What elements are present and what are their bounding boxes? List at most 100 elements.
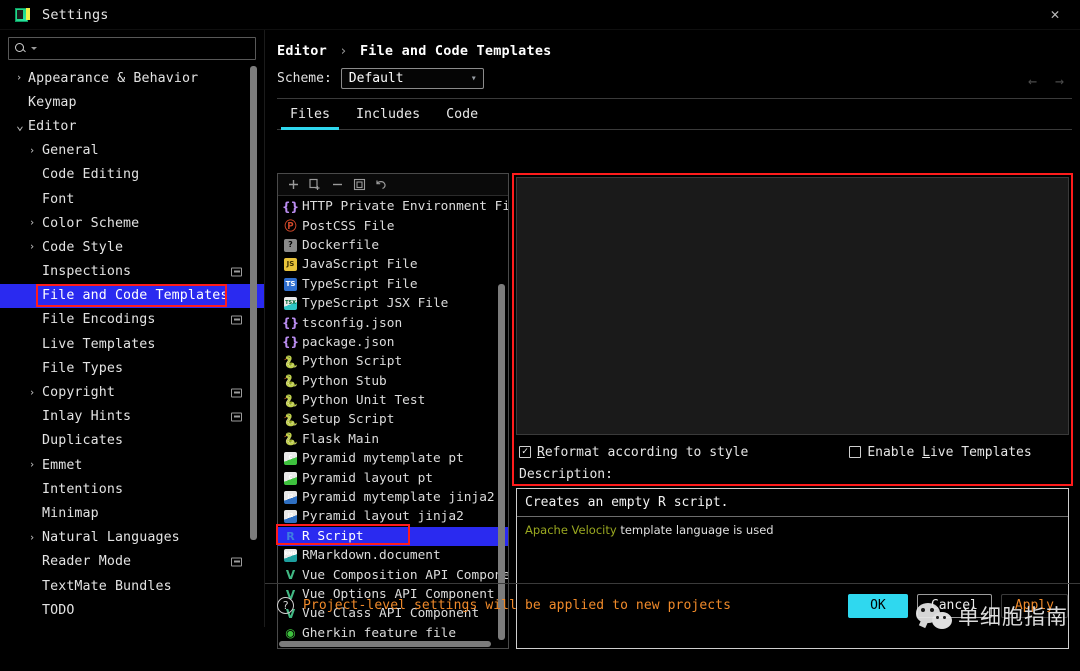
template-name: Pyramid layout jinja2 bbox=[302, 509, 464, 525]
sidebar-item-natural-languages[interactable]: › Natural Languages bbox=[0, 526, 264, 550]
help-icon[interactable]: ? bbox=[277, 597, 294, 614]
scheme-dropdown[interactable]: Default ▾ bbox=[340, 68, 484, 89]
chevron-right-icon[interactable]: › bbox=[29, 460, 38, 471]
undo-icon[interactable] bbox=[371, 176, 391, 194]
sidebar-item-label: TextMate Bundles bbox=[42, 578, 172, 594]
sidebar-item-reader-mode[interactable]: Reader Mode bbox=[0, 550, 264, 574]
chevron-down-icon bbox=[31, 47, 37, 50]
main-pane: Editor › File and Code Templates ← → Sch… bbox=[265, 30, 1080, 649]
options-row: ✓ Reformat according to style Enable Liv… bbox=[512, 438, 1072, 466]
sidebar-item-file-and-code-templates[interactable]: File and Code Templates bbox=[0, 283, 264, 308]
sidebar-item-code-style[interactable]: › Code Style bbox=[0, 235, 264, 259]
sidebar-item-label: Copyright bbox=[42, 385, 115, 401]
settings-sidebar: › Appearance & Behavior Keymap ⌄ Editor › Gene… bbox=[0, 30, 265, 627]
chevron-right-icon[interactable]: › bbox=[29, 387, 38, 398]
template-list-item[interactable]: 🐍 Python Script bbox=[278, 352, 508, 371]
template-list-item[interactable]: 🐍 Python Stub bbox=[278, 372, 508, 391]
chevron-right-icon[interactable]: › bbox=[29, 242, 38, 253]
sidebar-item-code-editing[interactable]: Code Editing bbox=[0, 163, 264, 187]
close-icon[interactable]: ✕ bbox=[1046, 6, 1064, 24]
breadcrumb-parent[interactable]: Editor bbox=[277, 43, 327, 59]
chevron-right-icon[interactable]: › bbox=[29, 532, 38, 543]
arrow-left-icon[interactable]: ← bbox=[1028, 72, 1037, 90]
pyramid-jinja2-icon: J2 bbox=[284, 491, 297, 505]
sidebar-item-font[interactable]: Font bbox=[0, 187, 264, 211]
template-list-item[interactable]: J2 Pyramid mytemplate jinja2 bbox=[278, 488, 508, 507]
list-horizontal-scrollbar[interactable] bbox=[279, 641, 491, 647]
template-list-item[interactable]: TSX TypeScript JSX File bbox=[278, 294, 508, 313]
sidebar-item-duplicates[interactable]: Duplicates bbox=[0, 429, 264, 453]
template-name: TypeScript JSX File bbox=[302, 296, 449, 312]
sidebar-item-inspections[interactable]: Inspections bbox=[0, 260, 264, 284]
search-input[interactable] bbox=[8, 37, 256, 60]
annotation-box-selected-item bbox=[36, 283, 227, 307]
apply-button[interactable]: Apply bbox=[1000, 593, 1068, 618]
json-braces-icon: {} bbox=[281, 316, 300, 331]
template-list-item[interactable]: 🐍 Python Unit Test bbox=[278, 391, 508, 410]
template-list-item[interactable]: R R Script bbox=[278, 526, 508, 547]
clone-icon[interactable] bbox=[349, 176, 369, 194]
typescript-icon: TS bbox=[284, 277, 297, 291]
template-list-item[interactable]: {} HTTP Private Environment Fil bbox=[278, 197, 508, 216]
list-toolbar bbox=[278, 174, 508, 196]
template-list-item[interactable]: ? Dockerfile bbox=[278, 236, 508, 255]
tab-files[interactable]: Files bbox=[277, 101, 343, 130]
minus-icon[interactable] bbox=[327, 176, 347, 194]
sidebar-item-appearance-behavior[interactable]: › Appearance & Behavior bbox=[0, 66, 264, 90]
template-list-item[interactable]: C Pyramid mytemplate pt bbox=[278, 449, 508, 468]
template-list-item[interactable]: 🐍 Setup Script bbox=[278, 410, 508, 429]
sidebar-item-label: General bbox=[42, 143, 99, 159]
apache-velocity-link[interactable]: Apache Velocity bbox=[525, 523, 617, 537]
template-list-item[interactable]: J2 Pyramid layout jinja2 bbox=[278, 507, 508, 526]
sidebar-item-intentions[interactable]: Intentions bbox=[0, 477, 264, 501]
search-icon bbox=[15, 43, 26, 54]
sidebar-item-general[interactable]: › General bbox=[0, 139, 264, 163]
sidebar-item-textmate-bundles[interactable]: TextMate Bundles bbox=[0, 574, 264, 598]
template-list-item[interactable]: C Pyramid layout pt bbox=[278, 468, 508, 487]
template-list-item[interactable]: {} package.json bbox=[278, 333, 508, 352]
sidebar-scrollbar[interactable] bbox=[250, 66, 257, 540]
sidebar-item-keymap[interactable]: Keymap bbox=[0, 90, 264, 114]
template-name: RMarkdown.document bbox=[302, 548, 441, 564]
pyramid-pt-icon: C bbox=[284, 471, 297, 485]
sidebar-item-file-types[interactable]: File Types bbox=[0, 356, 264, 380]
template-list-item[interactable]: V Vue Composition API Compone bbox=[278, 565, 508, 584]
chevron-down-icon: ▾ bbox=[470, 72, 477, 84]
chevron-down-icon[interactable]: ⌄ bbox=[16, 119, 25, 134]
sidebar-item-emmet[interactable]: › Emmet bbox=[0, 453, 264, 477]
sidebar-item-label: Inspections bbox=[42, 264, 132, 280]
template-name: Pyramid mytemplate pt bbox=[302, 451, 464, 467]
chevron-right-icon[interactable]: › bbox=[16, 73, 25, 84]
chevron-right-icon[interactable]: › bbox=[29, 218, 38, 229]
template-editor[interactable] bbox=[516, 177, 1069, 435]
template-list[interactable]: {} HTTP Private Environment Fil Ⓟ PostCSS F… bbox=[278, 196, 508, 648]
project-scope-icon bbox=[231, 412, 242, 422]
sidebar-item-copyright[interactable]: › Copyright bbox=[0, 380, 264, 404]
sidebar-item-minimap[interactable]: Minimap bbox=[0, 501, 264, 525]
reformat-checkbox[interactable]: ✓ Reformat according to style bbox=[519, 445, 748, 460]
sidebar-item-color-scheme[interactable]: › Color Scheme bbox=[0, 211, 264, 235]
json-braces-icon: {} bbox=[281, 199, 300, 214]
tab-code[interactable]: Code bbox=[433, 101, 491, 130]
arrow-right-icon[interactable]: → bbox=[1055, 72, 1064, 90]
ok-button[interactable]: OK bbox=[847, 593, 908, 618]
chevron-right-icon[interactable]: › bbox=[29, 145, 38, 156]
template-list-item[interactable]: TS TypeScript File bbox=[278, 275, 508, 294]
template-list-item[interactable]: RMD RMarkdown.document bbox=[278, 546, 508, 565]
template-list-item[interactable]: 🐍 Flask Main bbox=[278, 430, 508, 449]
tab-includes[interactable]: Includes bbox=[343, 101, 433, 130]
cancel-button[interactable]: Cancel bbox=[916, 593, 992, 618]
sidebar-item-label: Emmet bbox=[42, 457, 83, 473]
template-list-item[interactable]: {} tsconfig.json bbox=[278, 313, 508, 332]
template-list-item[interactable]: Ⓟ PostCSS File bbox=[278, 216, 508, 235]
plus-icon[interactable] bbox=[283, 176, 303, 194]
sidebar-item-editor[interactable]: ⌄ Editor bbox=[0, 114, 264, 138]
sidebar-item-inlay-hints[interactable]: Inlay Hints bbox=[0, 405, 264, 429]
sidebar-item-todo[interactable]: TODO bbox=[0, 598, 264, 622]
sidebar-item-live-templates[interactable]: Live Templates bbox=[0, 332, 264, 356]
project-scope-icon bbox=[231, 557, 242, 567]
sidebar-item-file-encodings[interactable]: File Encodings bbox=[0, 308, 264, 332]
copy-add-icon[interactable] bbox=[305, 176, 325, 194]
template-list-item[interactable]: JS JavaScript File bbox=[278, 255, 508, 274]
live-templates-checkbox[interactable]: Enable Live Templates bbox=[849, 445, 1032, 460]
